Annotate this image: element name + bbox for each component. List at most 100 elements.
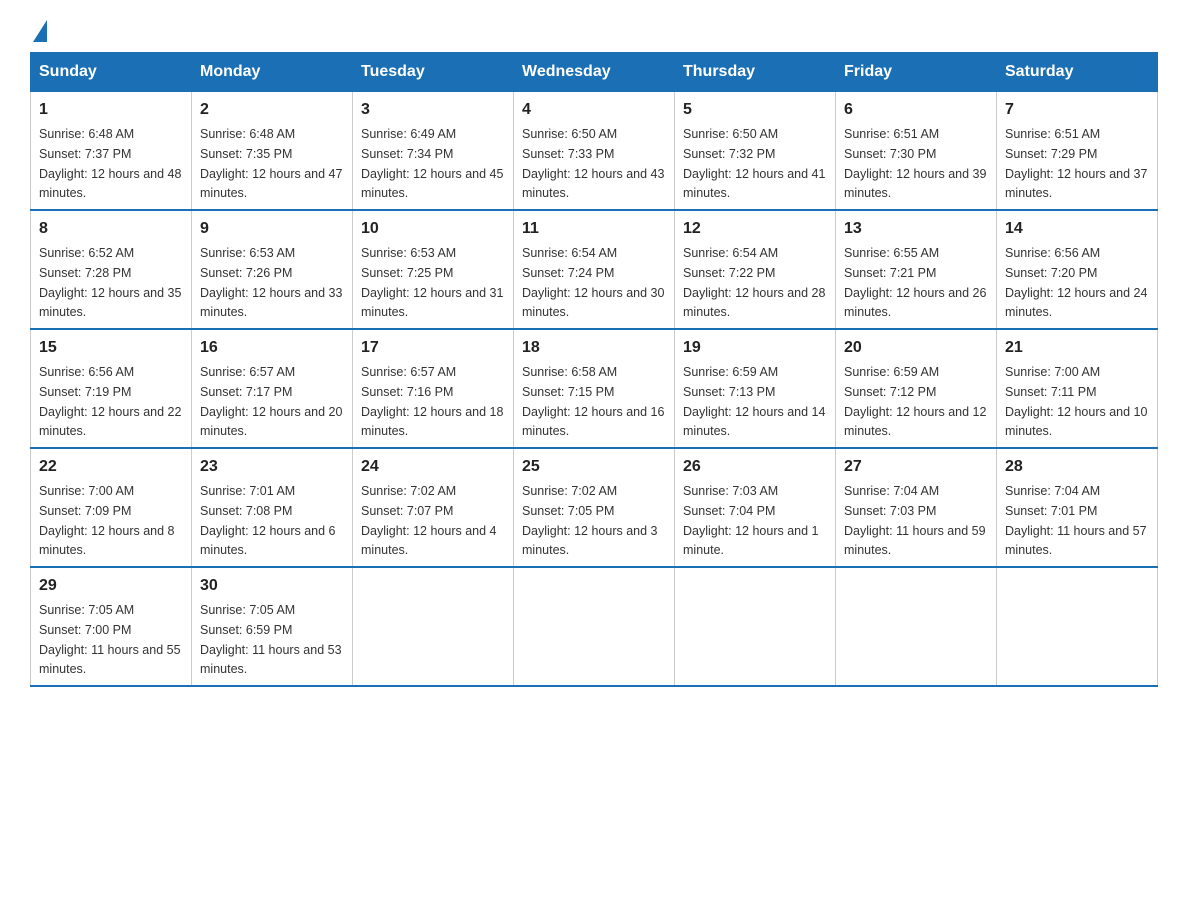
day-number: 7 (1005, 98, 1149, 122)
day-sunset: Sunset: 7:13 PM (683, 385, 775, 399)
day-daylight: Daylight: 12 hours and 3 minutes. (522, 524, 658, 558)
day-number: 28 (1005, 455, 1149, 479)
calendar-day-cell: 5 Sunrise: 6:50 AM Sunset: 7:32 PM Dayli… (675, 92, 836, 211)
day-daylight: Daylight: 12 hours and 26 minutes. (844, 286, 986, 320)
day-sunset: Sunset: 7:28 PM (39, 266, 131, 280)
calendar-day-cell: 17 Sunrise: 6:57 AM Sunset: 7:16 PM Dayl… (353, 329, 514, 448)
day-number: 29 (39, 574, 183, 598)
calendar-day-cell: 18 Sunrise: 6:58 AM Sunset: 7:15 PM Dayl… (514, 329, 675, 448)
logo-top (30, 20, 47, 42)
day-sunrise: Sunrise: 6:51 AM (1005, 127, 1100, 141)
day-sunrise: Sunrise: 6:49 AM (361, 127, 456, 141)
day-number: 5 (683, 98, 827, 122)
day-number: 1 (39, 98, 183, 122)
day-daylight: Daylight: 12 hours and 22 minutes. (39, 405, 181, 439)
calendar-table: SundayMondayTuesdayWednesdayThursdayFrid… (30, 52, 1158, 687)
day-number: 6 (844, 98, 988, 122)
day-sunset: Sunset: 7:21 PM (844, 266, 936, 280)
day-sunset: Sunset: 7:37 PM (39, 147, 131, 161)
day-number: 18 (522, 336, 666, 360)
day-daylight: Daylight: 12 hours and 16 minutes. (522, 405, 664, 439)
day-number: 22 (39, 455, 183, 479)
day-daylight: Daylight: 12 hours and 37 minutes. (1005, 167, 1147, 201)
calendar-day-cell: 4 Sunrise: 6:50 AM Sunset: 7:33 PM Dayli… (514, 92, 675, 211)
day-sunrise: Sunrise: 6:57 AM (361, 365, 456, 379)
day-daylight: Daylight: 12 hours and 20 minutes. (200, 405, 342, 439)
day-daylight: Daylight: 11 hours and 53 minutes. (200, 643, 342, 677)
day-daylight: Daylight: 12 hours and 43 minutes. (522, 167, 664, 201)
day-sunset: Sunset: 7:08 PM (200, 504, 292, 518)
weekday-header-wednesday: Wednesday (514, 53, 675, 92)
day-daylight: Daylight: 12 hours and 28 minutes. (683, 286, 825, 320)
day-sunset: Sunset: 7:11 PM (1005, 385, 1097, 399)
day-number: 8 (39, 217, 183, 241)
day-sunrise: Sunrise: 7:04 AM (1005, 484, 1100, 498)
day-sunrise: Sunrise: 6:50 AM (683, 127, 778, 141)
calendar-day-cell: 7 Sunrise: 6:51 AM Sunset: 7:29 PM Dayli… (997, 92, 1158, 211)
day-sunset: Sunset: 7:24 PM (522, 266, 614, 280)
day-sunset: Sunset: 7:35 PM (200, 147, 292, 161)
day-daylight: Daylight: 12 hours and 18 minutes. (361, 405, 503, 439)
day-number: 14 (1005, 217, 1149, 241)
calendar-day-cell (514, 567, 675, 686)
day-number: 24 (361, 455, 505, 479)
day-number: 16 (200, 336, 344, 360)
calendar-day-cell: 27 Sunrise: 7:04 AM Sunset: 7:03 PM Dayl… (836, 448, 997, 567)
day-sunrise: Sunrise: 6:57 AM (200, 365, 295, 379)
calendar-day-cell: 15 Sunrise: 6:56 AM Sunset: 7:19 PM Dayl… (31, 329, 192, 448)
calendar-day-cell: 20 Sunrise: 6:59 AM Sunset: 7:12 PM Dayl… (836, 329, 997, 448)
day-sunset: Sunset: 7:00 PM (39, 623, 131, 637)
calendar-day-cell: 12 Sunrise: 6:54 AM Sunset: 7:22 PM Dayl… (675, 210, 836, 329)
day-number: 10 (361, 217, 505, 241)
day-sunset: Sunset: 7:33 PM (522, 147, 614, 161)
day-sunrise: Sunrise: 6:56 AM (39, 365, 134, 379)
calendar-day-cell: 26 Sunrise: 7:03 AM Sunset: 7:04 PM Dayl… (675, 448, 836, 567)
day-number: 2 (200, 98, 344, 122)
day-daylight: Daylight: 12 hours and 14 minutes. (683, 405, 825, 439)
calendar-day-cell: 2 Sunrise: 6:48 AM Sunset: 7:35 PM Dayli… (192, 92, 353, 211)
calendar-day-cell: 21 Sunrise: 7:00 AM Sunset: 7:11 PM Dayl… (997, 329, 1158, 448)
day-number: 21 (1005, 336, 1149, 360)
weekday-header-monday: Monday (192, 53, 353, 92)
day-sunset: Sunset: 7:07 PM (361, 504, 453, 518)
page-header (30, 20, 1158, 42)
day-sunset: Sunset: 7:12 PM (844, 385, 936, 399)
day-sunset: Sunset: 7:30 PM (844, 147, 936, 161)
day-number: 9 (200, 217, 344, 241)
calendar-day-cell: 19 Sunrise: 6:59 AM Sunset: 7:13 PM Dayl… (675, 329, 836, 448)
calendar-week-row: 22 Sunrise: 7:00 AM Sunset: 7:09 PM Dayl… (31, 448, 1158, 567)
day-sunrise: Sunrise: 7:00 AM (39, 484, 134, 498)
day-sunrise: Sunrise: 7:05 AM (39, 603, 134, 617)
day-daylight: Daylight: 12 hours and 6 minutes. (200, 524, 336, 558)
logo-triangle-icon (33, 20, 47, 42)
day-sunrise: Sunrise: 7:05 AM (200, 603, 295, 617)
day-daylight: Daylight: 12 hours and 12 minutes. (844, 405, 986, 439)
day-sunset: Sunset: 7:09 PM (39, 504, 131, 518)
day-sunrise: Sunrise: 6:59 AM (683, 365, 778, 379)
day-daylight: Daylight: 11 hours and 59 minutes. (844, 524, 986, 558)
day-number: 11 (522, 217, 666, 241)
calendar-day-cell: 6 Sunrise: 6:51 AM Sunset: 7:30 PM Dayli… (836, 92, 997, 211)
day-sunrise: Sunrise: 6:51 AM (844, 127, 939, 141)
day-number: 23 (200, 455, 344, 479)
day-sunrise: Sunrise: 6:53 AM (361, 246, 456, 260)
day-number: 27 (844, 455, 988, 479)
calendar-week-row: 1 Sunrise: 6:48 AM Sunset: 7:37 PM Dayli… (31, 92, 1158, 211)
calendar-day-cell (675, 567, 836, 686)
logo (30, 20, 47, 42)
day-daylight: Daylight: 12 hours and 41 minutes. (683, 167, 825, 201)
day-sunrise: Sunrise: 7:00 AM (1005, 365, 1100, 379)
day-sunrise: Sunrise: 6:59 AM (844, 365, 939, 379)
calendar-day-cell: 8 Sunrise: 6:52 AM Sunset: 7:28 PM Dayli… (31, 210, 192, 329)
calendar-week-row: 29 Sunrise: 7:05 AM Sunset: 7:00 PM Dayl… (31, 567, 1158, 686)
weekday-header-sunday: Sunday (31, 53, 192, 92)
calendar-day-cell (836, 567, 997, 686)
day-daylight: Daylight: 12 hours and 1 minute. (683, 524, 819, 558)
day-sunrise: Sunrise: 6:48 AM (39, 127, 134, 141)
weekday-header-thursday: Thursday (675, 53, 836, 92)
day-sunset: Sunset: 7:17 PM (200, 385, 292, 399)
day-sunrise: Sunrise: 6:55 AM (844, 246, 939, 260)
day-number: 30 (200, 574, 344, 598)
day-daylight: Daylight: 12 hours and 35 minutes. (39, 286, 181, 320)
day-number: 15 (39, 336, 183, 360)
